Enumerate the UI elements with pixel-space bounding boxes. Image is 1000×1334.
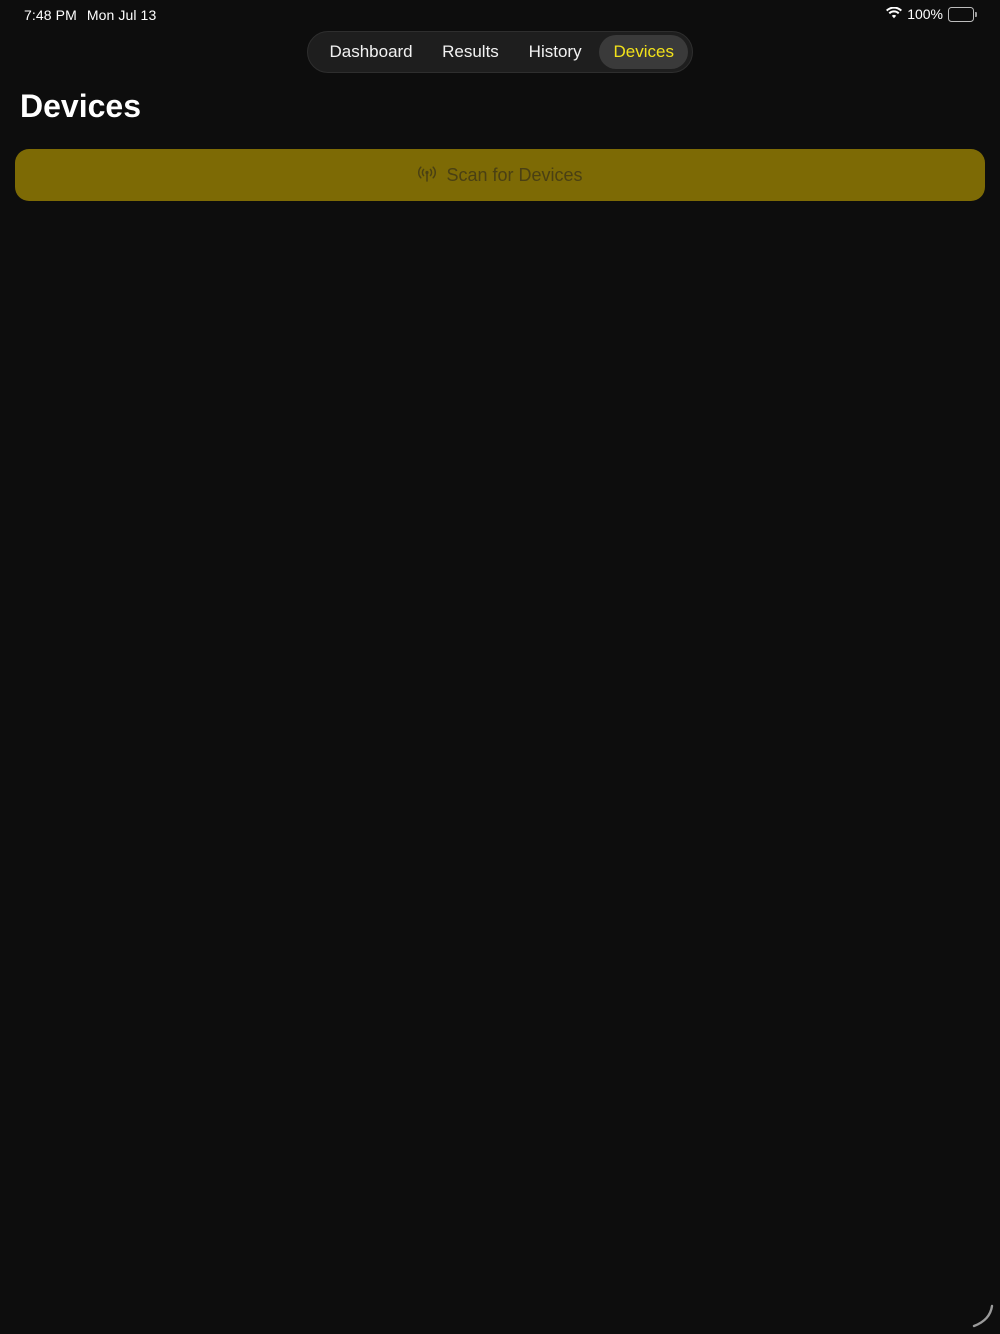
scan-button-label: Scan for Devices	[446, 164, 583, 185]
page-title: Devices	[20, 88, 141, 124]
tab-dashboard[interactable]: Dashboard	[312, 35, 430, 69]
tab-results[interactable]: Results	[430, 35, 511, 69]
tab-devices[interactable]: Devices	[599, 35, 689, 69]
status-bar: 7:48 PM Mon Jul 13 100%	[0, 0, 1000, 30]
tab-segmented-control: Dashboard Results History Devices	[307, 31, 693, 73]
scan-for-devices-button[interactable]: Scan for Devices	[15, 149, 985, 201]
status-time: 7:48 PM	[24, 7, 77, 23]
wifi-icon	[886, 6, 903, 22]
status-right: 100%	[886, 6, 977, 22]
status-left: 7:48 PM Mon Jul 13	[24, 7, 156, 23]
status-date: Mon Jul 13	[86, 7, 157, 23]
corner-grabber-icon[interactable]	[970, 1303, 996, 1329]
battery-icon	[948, 6, 977, 22]
battery-percent: 100%	[907, 6, 943, 22]
antenna-icon	[417, 166, 437, 184]
tab-history[interactable]: History	[511, 35, 600, 69]
